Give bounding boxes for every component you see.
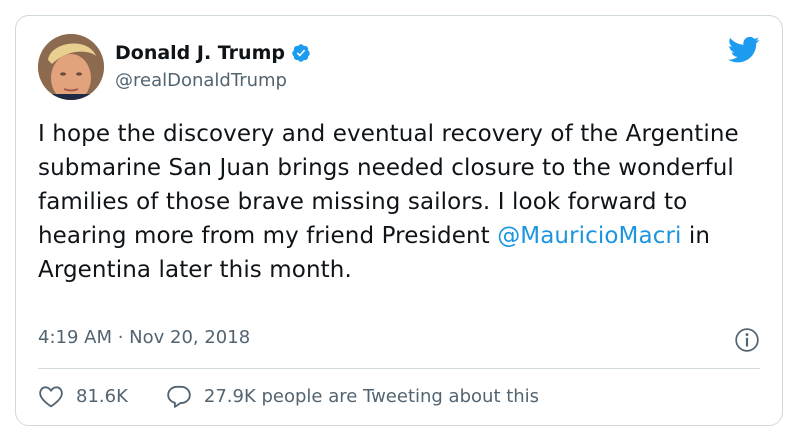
author-name-row[interactable]: Donald J. Trump <box>115 42 311 64</box>
tweeting-about-label: 27.9K people are Tweeting about this <box>203 385 540 407</box>
divider <box>38 368 760 369</box>
comment-bubble-icon <box>167 385 191 408</box>
info-icon[interactable] <box>734 327 760 353</box>
avatar[interactable] <box>38 34 104 100</box>
tweet-timestamp[interactable]: 4:19 AM · Nov 20, 2018 <box>38 327 250 348</box>
twitter-bird-icon[interactable] <box>728 36 760 64</box>
display-name[interactable]: Donald J. Trump <box>115 42 285 64</box>
tweet-card[interactable]: Donald J. Trump @realDonaldTrump I hope … <box>15 15 783 426</box>
tweeting-about-action[interactable]: 27.9K people are Tweeting about this <box>166 384 539 408</box>
author-handle[interactable]: @realDonaldTrump <box>115 70 287 91</box>
like-count: 81.6K <box>76 385 128 407</box>
heart-icon <box>39 386 63 408</box>
mention-link[interactable]: @MauricioMacri <box>497 223 681 249</box>
verified-badge-icon <box>292 44 310 62</box>
like-action[interactable]: 81.6K <box>38 384 128 408</box>
avatar-photo <box>38 34 104 100</box>
tweet-text: I hope the discovery and eventual recove… <box>38 117 768 287</box>
tweet-actions: 81.6K 27.9K people are Tweeting about th… <box>38 384 577 408</box>
